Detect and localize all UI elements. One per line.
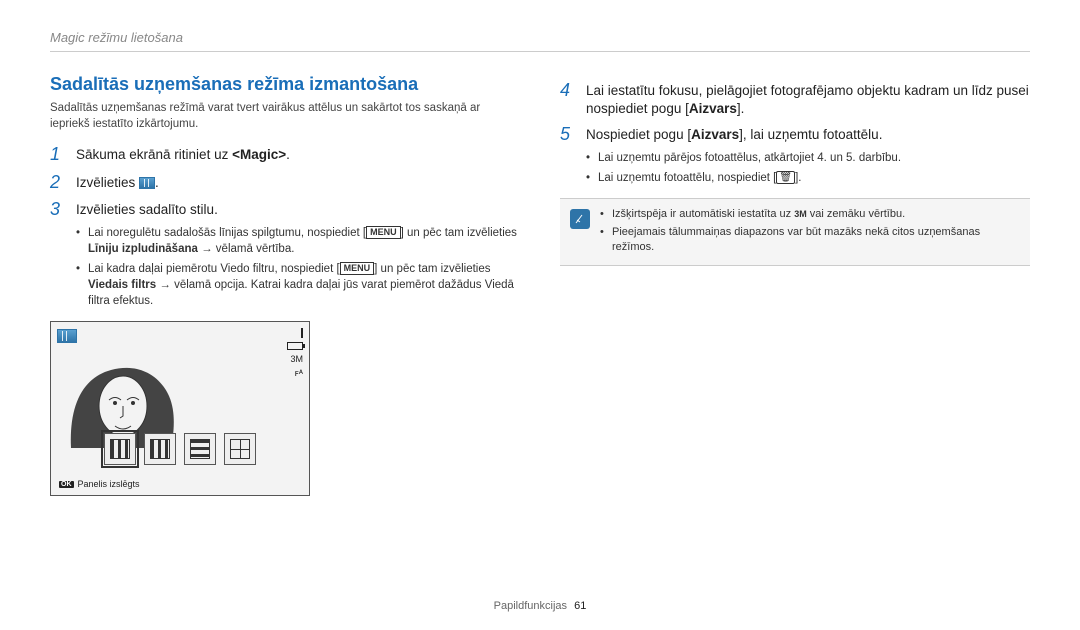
step1-suffix: . [286,147,290,162]
sub-item: Lai noregulētu sadalošās līnijas spilgtu… [76,225,520,257]
step-number: 5 [560,124,578,146]
right-column: 4 Lai iestatītu fokusu, pielāgojiet foto… [560,74,1030,496]
step-text: Nospiediet pogu [Aizvars], lai uzņemtu f… [586,124,882,144]
section-title: Sadalītās uzņemšanas režīma izmantošana [50,74,520,95]
t: ] un pēc tam izvēlieties [401,227,517,239]
page-footer: Papildfunkcijas 61 [0,600,1080,612]
step-1: 1 Sākuma ekrānā ritiniet uz <Magic>. [50,144,520,166]
note-item: Izšķirtspēja ir automātiski iestatīta uz… [600,207,1020,222]
t: Lai iestatītu fokusu, pielāgojiet fotogr… [586,83,1029,116]
resolution-icon: 3M [794,208,807,221]
arrow-icon: → [156,279,174,291]
sub-item: Lai uzņemtu fotoattēlu, nospiediet [🗑]. [586,170,1030,186]
t: Lai uzņemtu fotoattēlu, nospiediet [ [598,172,776,184]
step-text: Sākuma ekrānā ritiniet uz <Magic>. [76,144,290,164]
section-intro: Sadalītās uzņemšanas režīmā varat tvert … [50,101,520,132]
left-column: Sadalītās uzņemšanas režīma izmantošana … [50,74,520,496]
note-item: Pieejamais tālummaiņas diapazons var būt… [600,225,1020,256]
flash-label: ꜰᴬ [295,368,304,379]
step-text: Lai iestatītu fokusu, pielāgojiet fotogr… [586,80,1030,118]
layout-option-horizontal[interactable] [184,433,216,465]
step-2: 2 Izvēlieties . [50,172,520,194]
bold: Viedais filtrs [88,279,156,291]
trash-icon: 🗑 [776,171,795,184]
step-5-sublist: Lai uzņemtu pārējos fotoattēlus, atkārto… [586,150,1030,186]
ok-icon: OK [59,481,74,488]
content-columns: Sadalītās uzņemšanas režīma izmantošana … [50,74,1030,496]
layout-options [104,433,256,465]
resolution-label: 3M [290,354,303,364]
note-list: Izšķirtspēja ir automātiski iestatīta uz… [600,207,1020,257]
t: ], lai uzņemtu fotoattēlu. [739,127,882,142]
t: ]. [737,101,745,116]
layout-option-grid[interactable] [224,433,256,465]
camera-screen-illustration: 3M ꜰᴬ [50,321,310,496]
step1-magic: <Magic> [232,147,286,162]
bold: Līniju izpludināšana [88,243,198,255]
layout-option-vertical-2[interactable] [144,433,176,465]
mode-indicator-icon [57,328,77,342]
step-number: 2 [50,172,68,194]
t: vai zemāku vērtību. [807,208,905,220]
menu-button-icon: MENU [340,262,375,275]
signal-icon [301,328,303,338]
step-text: Izvēlieties . [76,172,159,192]
step2-text: Izvēlieties [76,175,139,190]
t: ] un pēc tam izvēlieties [374,263,490,275]
bold: Aizvars [691,127,739,142]
layout-option-vertical[interactable] [104,433,136,465]
step-number: 4 [560,80,578,102]
sub-item: Lai uzņemtu pārējos fotoattēlus, atkārto… [586,150,1030,166]
caption-text: Panelis izslēgts [78,479,140,489]
step-3-sublist: Lai noregulētu sadalošās līnijas spilgtu… [76,225,520,309]
battery-icon [287,342,303,350]
step1-prefix: Sākuma ekrānā ritiniet uz [76,147,232,162]
status-icons: 3M ꜰᴬ [287,328,303,379]
step-text: Izvēlieties sadalīto stilu. [76,199,218,219]
note-icon [570,209,590,229]
breadcrumb: Magic režīmu lietošana [50,30,1030,52]
illustration-caption: OK Panelis izslēgts [59,479,140,489]
t: Nospiediet pogu [ [586,127,691,142]
step-4: 4 Lai iestatītu fokusu, pielāgojiet foto… [560,80,1030,118]
note-box: Izšķirtspēja ir automātiski iestatīta uz… [560,198,1030,266]
t: ]. [795,172,801,184]
menu-button-icon: MENU [366,226,401,239]
bold: Aizvars [689,101,737,116]
t: vēlamā vērtība. [216,243,295,255]
split-shot-icon [139,177,155,189]
footer-section: Papildfunkcijas [494,600,567,612]
arrow-icon: → [198,243,216,255]
sub-item: Lai kadra daļai piemērotu Viedo filtru, … [76,261,520,309]
step-number: 3 [50,199,68,221]
t: Izšķirtspēja ir automātiski iestatīta uz [612,208,794,220]
t: Lai noregulētu sadalošās līnijas spilgtu… [88,227,366,239]
page-number: 61 [574,600,586,612]
step-3: 3 Izvēlieties sadalīto stilu. [50,199,520,221]
step-number: 1 [50,144,68,166]
t: Lai kadra daļai piemērotu Viedo filtru, … [88,263,340,275]
step-5: 5 Nospiediet pogu [Aizvars], lai uzņemtu… [560,124,1030,146]
